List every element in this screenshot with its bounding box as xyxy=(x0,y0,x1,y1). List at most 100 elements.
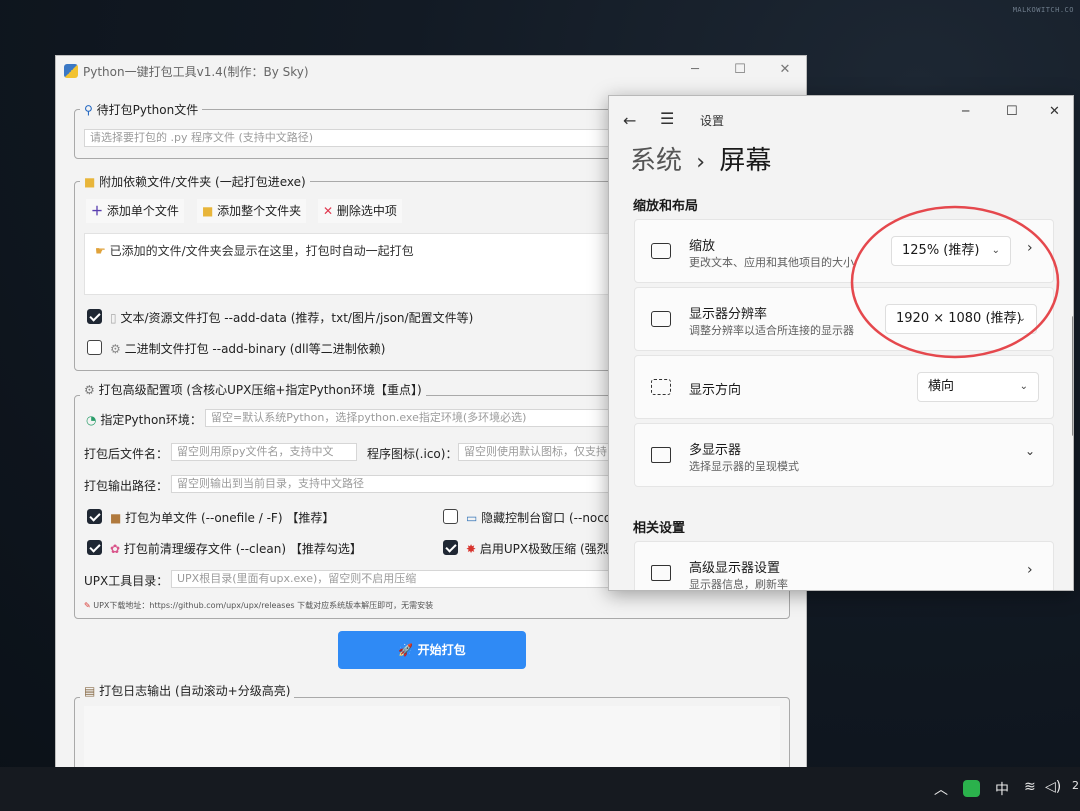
clean-checkbox[interactable] xyxy=(87,540,102,555)
add-data-checkbox[interactable] xyxy=(87,309,102,324)
highlight-circle xyxy=(850,205,1060,359)
orientation-value: 横向 xyxy=(928,379,955,394)
breadcrumb-separator: › xyxy=(696,150,706,175)
deps-list[interactable]: ☛ 已添加的文件/文件夹会显示在这里，打包时自动一起打包 xyxy=(84,233,644,295)
onefile-checkbox[interactable] xyxy=(87,509,102,524)
orientation-card[interactable]: 显示方向 横向 ⌄ xyxy=(634,355,1054,419)
maximize-icon[interactable]: ☐ xyxy=(731,62,749,78)
upx-checkbox[interactable] xyxy=(443,540,458,555)
scale-subtitle: 更改文本、应用和其他项目的大小 xyxy=(689,256,854,269)
add-file-label: 添加单个文件 xyxy=(106,204,179,218)
scrollbar-thumb[interactable] xyxy=(1072,316,1073,436)
chevron-up-icon[interactable]: ︿ xyxy=(934,779,948,799)
python-env-input[interactable]: 留空=默认系统Python，选择python.exe指定环境(多环境必选) xyxy=(205,409,625,427)
python-file-input[interactable]: 请选择要打包的 .py 程序文件 (支持中文路径) xyxy=(84,129,634,147)
add-folder-label: 添加整个文件夹 xyxy=(217,204,302,218)
minimize-icon[interactable]: ─ xyxy=(686,62,704,78)
output-name-input[interactable]: 留空则用原py文件名，支持中文 xyxy=(171,443,357,461)
search-icon: ⚲ xyxy=(84,103,93,117)
upx-dir-input[interactable]: UPX根目录(里面有upx.exe)，留空则不启用压缩 xyxy=(171,570,611,588)
app-icon xyxy=(64,64,78,78)
advanced-display-card[interactable]: 高级显示器设置 显示器信息，刷新率 › xyxy=(634,541,1054,590)
document-icon: ▯ xyxy=(110,311,117,325)
packer-title-bar[interactable]: Python一键打包工具v1.4(制作：By Sky) ─ ☐ ✕ xyxy=(56,56,806,86)
deps-group-title: ■ 附加依赖文件/文件夹 (一起打包进exe) xyxy=(80,173,310,190)
python-icon: ◔ xyxy=(86,413,97,427)
noconsole-text: 隐藏控制台窗口 (--nocou xyxy=(481,511,619,525)
close-icon[interactable]: ✕ xyxy=(776,62,794,78)
clock[interactable]: 2 xyxy=(1072,779,1079,792)
chevron-down-icon: ⌄ xyxy=(1025,444,1036,458)
add-binary-label: ⚙ 二进制文件打包 --add-binary (dll等二进制依赖) xyxy=(110,340,385,357)
wifi-icon[interactable]: ≋ xyxy=(1024,779,1036,795)
plus-icon: ＋ xyxy=(91,204,104,218)
upx-option-label: ✸ 启用UPX极致压缩 (强烈 xyxy=(466,540,609,557)
python-env-label: ◔ 指定Python环境： xyxy=(86,411,202,428)
upx-option-text: 启用UPX极致压缩 (强烈 xyxy=(479,542,609,556)
deps-list-hint: ☛ 已添加的文件/文件夹会显示在这里，打包时自动一起打包 xyxy=(95,242,414,259)
upx-dir-label: UPX工具目录： xyxy=(84,574,169,588)
clean-label: ✿ 打包前清理缓存文件 (--clean) 【推荐勾选】 xyxy=(110,540,362,557)
monitor-icon xyxy=(651,565,671,581)
upx-note: ✎ UPX下载地址：https://github.com/upx/upx/rel… xyxy=(84,600,433,611)
multi-display-icon xyxy=(651,447,671,463)
menu-icon[interactable]: ☰ xyxy=(660,109,674,128)
upx-note-text: UPX下载地址：https://github.com/upx/upx/relea… xyxy=(93,601,434,610)
start-pack-button[interactable]: 🚀 开始打包 xyxy=(338,631,526,669)
maximize-icon[interactable]: ☐ xyxy=(1006,104,1018,119)
sparkle-icon: ✿ xyxy=(110,542,121,556)
taskbar xyxy=(0,767,1080,811)
add-data-text: 文本/资源文件打包 --add-data (推荐，txt/图片/json/配置文… xyxy=(120,311,474,325)
advanced-group-label: 打包高级配置项 (含核心UPX压缩+指定Python环境【重点】) xyxy=(98,383,422,397)
log-output[interactable] xyxy=(84,706,780,770)
section-layout-heading: 缩放和布局 xyxy=(633,199,699,214)
noconsole-label: ▭ 隐藏控制台窗口 (--nocou xyxy=(466,509,619,526)
onefile-label: ■ 打包为单文件 (--onefile / -F) 【推荐】 xyxy=(110,509,334,526)
add-data-label: ▯ 文本/资源文件打包 --add-data (推荐，txt/图片/json/配… xyxy=(110,309,473,326)
orientation-dropdown[interactable]: 横向 ⌄ xyxy=(917,372,1039,402)
python-env-text: 指定Python环境： xyxy=(100,413,202,427)
add-folder-button[interactable]: ■ 添加整个文件夹 xyxy=(197,199,307,223)
output-name-label: 打包后文件名： xyxy=(84,447,169,461)
back-arrow-icon[interactable]: ← xyxy=(623,111,636,130)
clean-text: 打包前清理缓存文件 (--clean) 【推荐勾选】 xyxy=(123,542,362,556)
folder-icon: ■ xyxy=(84,175,96,189)
add-binary-text: 二进制文件打包 --add-binary (dll等二进制依赖) xyxy=(124,342,386,356)
clipboard-icon: ▤ xyxy=(84,684,96,698)
icon-input[interactable]: 留空则使用默认图标，仅支持 xyxy=(458,443,610,461)
delete-selected-label: 删除选中项 xyxy=(336,204,397,218)
multi-display-card[interactable]: 多显示器 选择显示器的呈现模式 ⌄ xyxy=(634,423,1054,487)
package-icon: ■ xyxy=(110,511,122,525)
packer-title: Python一键打包工具v1.4(制作：By Sky) xyxy=(83,65,309,79)
resolution-icon xyxy=(651,311,671,327)
watermark: MALKOWITCH.CO xyxy=(1012,6,1074,14)
settings-title: 设置 xyxy=(700,114,725,128)
icon-label: 程序图标(.ico)： xyxy=(367,447,458,461)
scale-title: 缩放 xyxy=(689,239,716,254)
ime-indicator[interactable]: 中 xyxy=(995,779,1009,799)
breadcrumb: 系统 › 屏幕 xyxy=(630,140,771,177)
multi-display-title: 多显示器 xyxy=(689,443,742,458)
wechat-icon[interactable] xyxy=(963,780,980,797)
resolution-subtitle: 调整分辨率以适合所连接的显示器 xyxy=(689,324,854,337)
volume-icon[interactable]: ◁) xyxy=(1045,779,1061,795)
settings-window: ← ☰ 设置 ─ ☐ ✕ 系统 › 屏幕 缩放和布局 缩放 更改文本、应用和其他… xyxy=(608,95,1074,591)
deps-list-hint-text: 已添加的文件/文件夹会显示在这里，打包时自动一起打包 xyxy=(109,244,414,258)
breadcrumb-parent[interactable]: 系统 xyxy=(630,146,682,176)
add-file-button[interactable]: ＋ 添加单个文件 xyxy=(86,199,184,223)
noconsole-checkbox[interactable] xyxy=(443,509,458,524)
rotate-screen-icon xyxy=(651,379,671,395)
section-related-heading: 相关设置 xyxy=(633,521,686,536)
rocket-icon: 🚀 xyxy=(398,643,414,657)
close-icon[interactable]: ✕ xyxy=(1049,104,1060,119)
deps-group-label: 附加依赖文件/文件夹 (一起打包进exe) xyxy=(99,175,306,189)
minimize-icon[interactable]: ─ xyxy=(962,104,969,118)
file-group-title: ⚲ 待打包Python文件 xyxy=(80,101,203,118)
output-path-input[interactable]: 留空则输出到当前目录，支持中文路径 xyxy=(171,475,611,493)
burst-icon: ✸ xyxy=(466,542,477,556)
add-binary-checkbox[interactable] xyxy=(87,340,102,355)
resolution-title: 显示器分辨率 xyxy=(689,307,768,322)
log-group-label: 打包日志输出 (自动滚动+分级高亮) xyxy=(99,684,291,698)
log-group-title: ▤ 打包日志输出 (自动滚动+分级高亮) xyxy=(80,682,295,699)
delete-selected-button[interactable]: ✕ 删除选中项 xyxy=(318,199,402,223)
